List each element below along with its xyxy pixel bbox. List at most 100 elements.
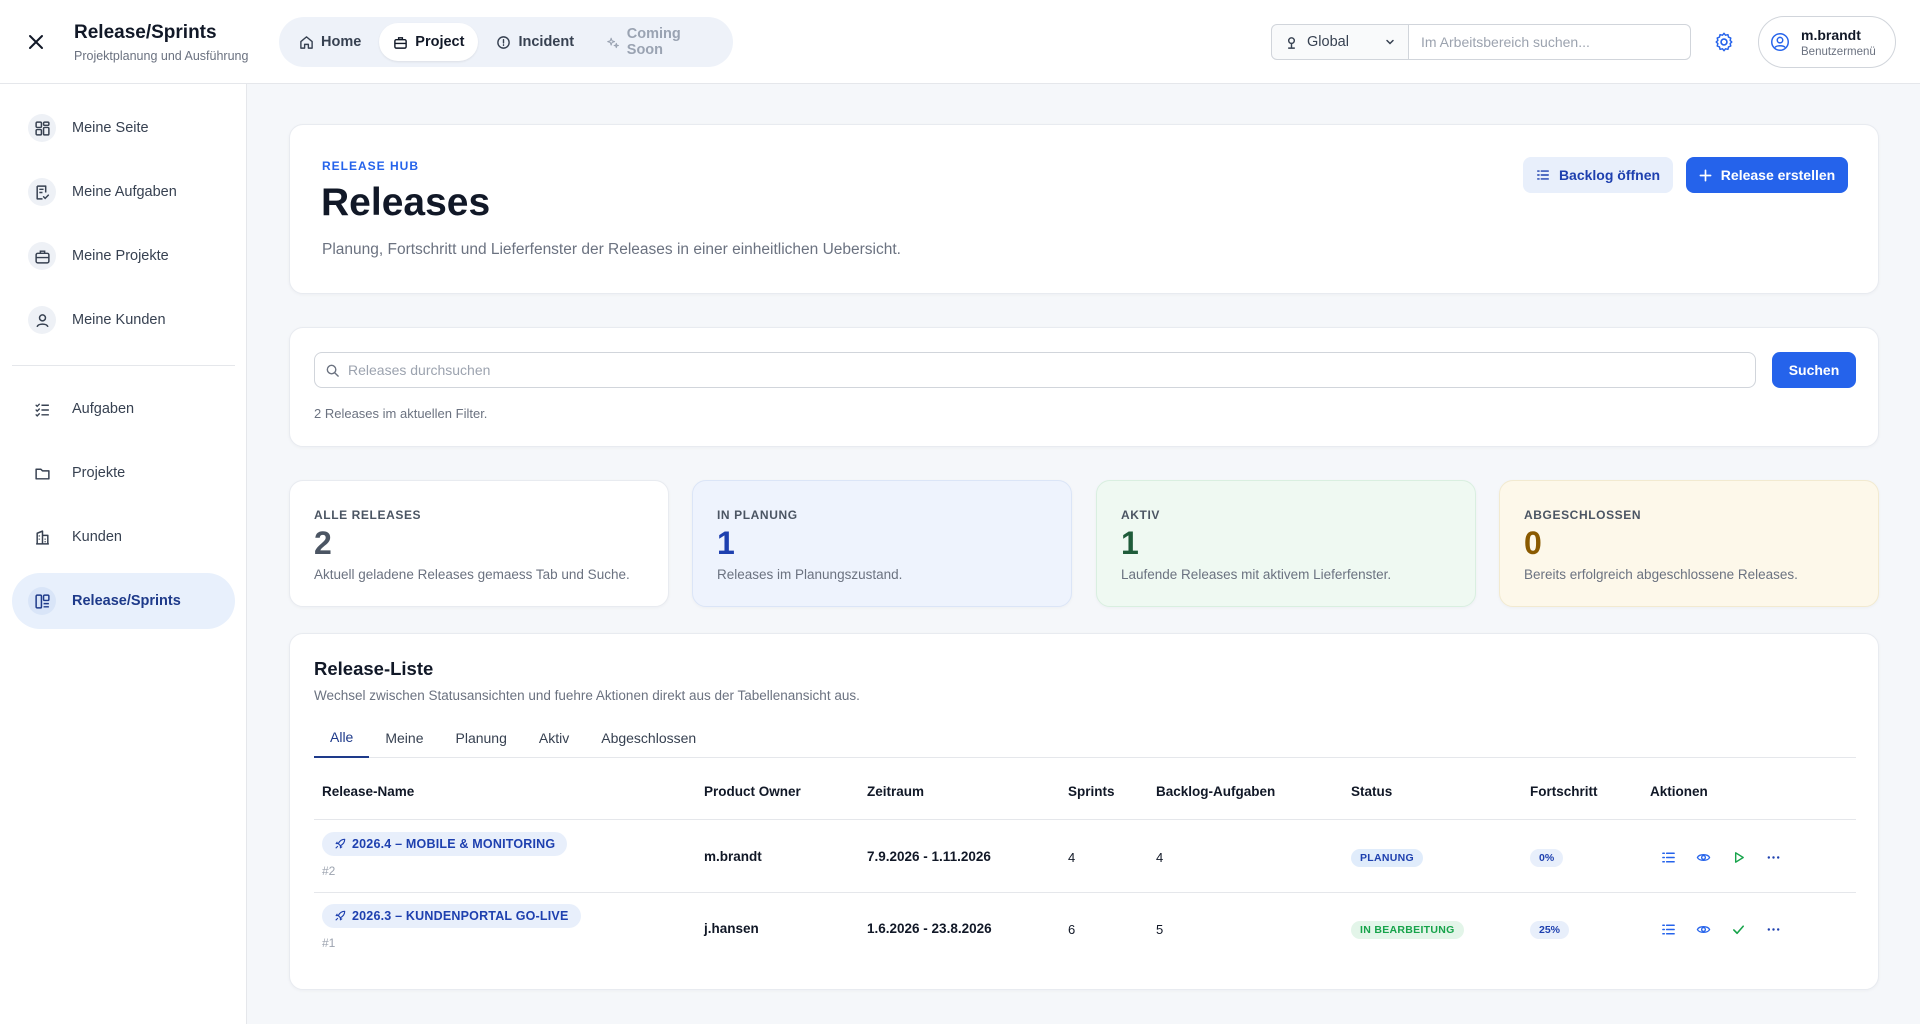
release-period: 1.6.2026 - 23.8.2026 — [867, 921, 992, 936]
progress-badge: 25% — [1530, 921, 1570, 939]
table-row: 2026.4 – MOBILE & MONITORING #2 m.brandt… — [314, 821, 1856, 893]
close-icon[interactable] — [27, 33, 45, 51]
sidebar-item-meine-seite[interactable]: Meine Seite — [12, 100, 235, 156]
sidebar-item-meine-kunden[interactable]: Meine Kunden — [12, 292, 235, 348]
nav-home-label: Home — [321, 34, 362, 50]
release-board-icon — [28, 587, 56, 615]
create-release-label: Release erstellen — [1720, 167, 1836, 183]
sidebar-item-meine-aufgaben[interactable]: Meine Aufgaben — [12, 164, 235, 220]
row-actions — [1658, 847, 1783, 867]
sidebar-item-release-sprints[interactable]: Release/Sprints — [12, 573, 235, 629]
release-list-title: Release-Liste — [314, 658, 434, 679]
column-header-product-owner[interactable]: Product Owner — [704, 784, 801, 799]
column-header-period[interactable]: Zeitraum — [867, 784, 924, 799]
column-header-progress[interactable]: Fortschritt — [1530, 784, 1598, 799]
release-id: #1 — [322, 936, 336, 950]
tab-meine[interactable]: Meine — [369, 718, 439, 758]
search-button[interactable]: Suchen — [1772, 352, 1856, 388]
tab-planung[interactable]: Planung — [440, 718, 523, 758]
sidebar-item-label: Release/Sprints — [72, 593, 181, 609]
filter-result-count: 2 Releases im aktuellen Filter. — [314, 406, 488, 421]
stat-value: 1 — [1121, 525, 1139, 561]
sidebar-item-label: Meine Seite — [72, 120, 149, 136]
rocket-icon — [335, 838, 346, 849]
close-button[interactable] — [22, 28, 50, 56]
user-circle-icon — [1771, 33, 1789, 51]
sidebar-divider — [12, 365, 235, 366]
backlog-action-button[interactable] — [1658, 847, 1678, 867]
create-release-button[interactable]: Release erstellen — [1686, 157, 1848, 193]
more-action-button[interactable] — [1763, 919, 1783, 939]
sidebar-item-meine-projekte[interactable]: Meine Projekte — [12, 228, 235, 284]
view-action-button[interactable] — [1693, 847, 1713, 867]
stat-card-all: ALLE RELEASES 2 Aktuell geladene Release… — [289, 480, 669, 607]
nav-incident-label: Incident — [518, 34, 575, 50]
column-header-release-name[interactable]: Release-Name — [322, 784, 414, 799]
chevron-down-icon — [1386, 39, 1394, 45]
nav-home[interactable]: Home — [285, 23, 375, 61]
more-action-button[interactable] — [1763, 847, 1783, 867]
release-search-card: Suchen 2 Releases im aktuellen Filter. — [289, 327, 1879, 447]
check-icon — [1732, 924, 1744, 934]
open-backlog-button[interactable]: Backlog öffnen — [1523, 157, 1673, 193]
release-search-input[interactable] — [348, 362, 1755, 378]
stat-card-active: AKTIV 1 Laufende Releases mit aktivem Li… — [1096, 480, 1476, 607]
building-icon — [28, 523, 56, 551]
home-icon — [300, 35, 313, 49]
sprint-count: 6 — [1068, 922, 1076, 937]
column-header-status[interactable]: Status — [1351, 784, 1392, 799]
release-name-link[interactable]: 2026.4 – MOBILE & MONITORING — [322, 832, 568, 856]
nav-coming-soon[interactable]: Coming Soon — [592, 23, 727, 61]
sidebar-item-label: Projekte — [72, 465, 126, 481]
list-icon — [1661, 852, 1675, 862]
eye-icon — [1696, 925, 1710, 933]
checklist-icon — [28, 395, 56, 423]
tab-aktiv[interactable]: Aktiv — [523, 718, 585, 758]
nav-project[interactable]: Project — [379, 23, 479, 61]
stat-label: IN PLANUNG — [717, 508, 798, 522]
list-icon — [1536, 170, 1549, 180]
list-icon — [1661, 924, 1675, 934]
briefcase-icon — [28, 242, 56, 270]
gear-icon[interactable] — [1713, 31, 1735, 53]
sidebar-item-kunden[interactable]: Kunden — [12, 509, 235, 565]
sidebar-item-aufgaben[interactable]: Aufgaben — [12, 381, 235, 437]
stat-card-completed: ABGESCHLOSSEN 0 Bereits erfolgreich abge… — [1499, 480, 1879, 607]
stat-description: Laufende Releases mit aktivem Lieferfens… — [1121, 567, 1392, 582]
tab-abgeschlossen[interactable]: Abgeschlossen — [585, 718, 712, 758]
scope-select[interactable]: Global — [1271, 24, 1409, 60]
user-menu[interactable]: m.brandt Benutzermenü — [1758, 16, 1896, 68]
table-row: 2026.3 – KUNDENPORTAL GO-LIVE #1 j.hanse… — [314, 893, 1856, 965]
briefcase-icon — [394, 36, 408, 49]
stat-description: Aktuell geladene Releases gemaess Tab un… — [314, 567, 630, 582]
backlog-action-button[interactable] — [1658, 919, 1678, 939]
backlog-count: 4 — [1156, 850, 1164, 865]
nav-incident[interactable]: Incident — [482, 23, 588, 61]
alert-circle-icon — [497, 35, 511, 49]
view-action-button[interactable] — [1693, 919, 1713, 939]
status-tabs: Alle Meine Planung Aktiv Abgeschlossen — [314, 718, 1856, 758]
sidebar-item-label: Meine Aufgaben — [72, 184, 177, 200]
dashboard-icon — [28, 114, 56, 142]
workspace-search-input[interactable] — [1409, 24, 1691, 60]
complete-action-button[interactable] — [1728, 919, 1748, 939]
product-owner: m.brandt — [704, 849, 762, 864]
column-header-sprints[interactable]: Sprints — [1068, 784, 1115, 799]
sparkle-icon — [607, 37, 620, 48]
release-name-link[interactable]: 2026.3 – KUNDENPORTAL GO-LIVE — [322, 904, 581, 928]
nav-coming-soon-label: Coming Soon — [626, 26, 681, 58]
stat-value: 1 — [717, 525, 735, 561]
settings-button[interactable] — [1710, 28, 1738, 56]
sidebar: Meine Seite Meine Aufgaben Meine Projekt… — [0, 84, 247, 1024]
start-action-button[interactable] — [1728, 847, 1748, 867]
release-hub-header: RELEASE HUB Releases Planung, Fortschrit… — [289, 124, 1879, 294]
location-pin-icon — [1287, 36, 1296, 49]
user-name: m.brandt — [1801, 26, 1861, 43]
tab-alle[interactable]: Alle — [314, 718, 370, 758]
backlog-count: 5 — [1156, 922, 1164, 937]
column-header-backlog[interactable]: Backlog-Aufgaben — [1156, 784, 1275, 799]
release-search-field[interactable] — [314, 352, 1756, 388]
progress-badge: 0% — [1530, 849, 1564, 867]
folder-icon — [28, 459, 56, 487]
sidebar-item-projekte[interactable]: Projekte — [12, 445, 235, 501]
